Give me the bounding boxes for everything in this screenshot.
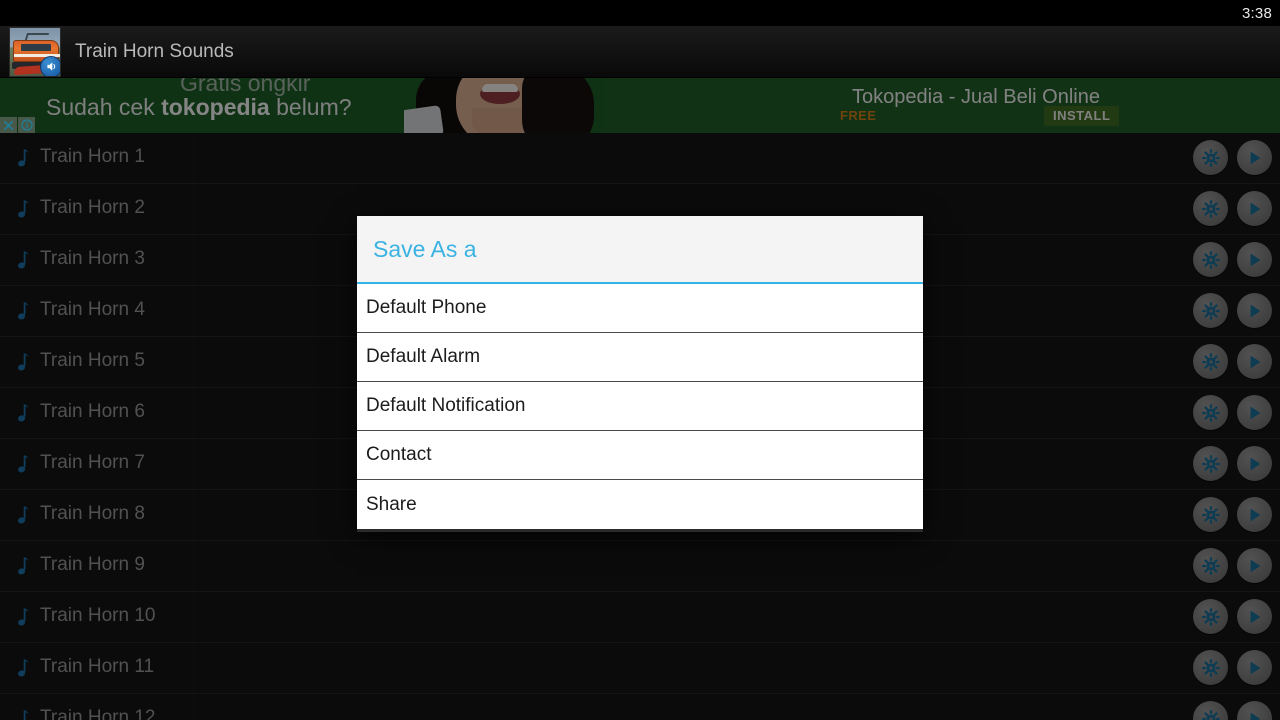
dialog-bottom-edge — [357, 529, 923, 532]
ad-headline-prefix: Sudah cek — [46, 94, 162, 120]
ad-photo-chin-shape — [472, 108, 528, 133]
ad-controls — [0, 117, 35, 133]
close-icon[interactable] — [0, 117, 17, 133]
dialog-option-label: Contact — [366, 444, 432, 465]
ad-headline-suffix: belum? — [269, 94, 352, 120]
dialog-option-label: Default Notification — [366, 395, 526, 416]
dialog-option-contact[interactable]: Contact — [357, 431, 923, 480]
dialog-title-bar: Save As a — [357, 216, 923, 284]
app-screen: 3:38 Train Horn Sounds Gratis ongkir Sud… — [0, 0, 1280, 720]
ad-app-name: Tokopedia - Jual Beli Online — [852, 86, 1100, 108]
ad-left-panel: Gratis ongkir Sudah cek tokopedia belum? — [0, 78, 604, 133]
action-bar: Train Horn Sounds — [0, 26, 1280, 78]
install-button[interactable]: INSTALL — [1044, 106, 1120, 126]
dialog-option-label: Default Alarm — [366, 346, 481, 367]
ad-price-label: FREE — [840, 108, 877, 123]
dialog-option-share[interactable]: Share — [357, 480, 923, 529]
ad-photo — [404, 78, 604, 133]
dialog-option-default-phone[interactable]: Default Phone — [357, 284, 923, 333]
train-locomotive-icon — [9, 26, 61, 77]
info-icon[interactable] — [18, 117, 35, 133]
ad-banner[interactable]: Gratis ongkir Sudah cek tokopedia belum? — [0, 78, 1280, 133]
ad-photo-hair-right-shape — [522, 78, 594, 133]
dialog-item-list[interactable]: Default Phone Default Alarm Default Notifi… — [357, 284, 923, 529]
ad-headline: Sudah cek tokopedia belum? — [46, 94, 352, 121]
locomotive-window-shape — [21, 43, 51, 51]
dialog-option-default-alarm[interactable]: Default Alarm — [357, 333, 923, 382]
ad-body: Tokopedia - Jual Beli Online FREE INSTAL… — [672, 78, 1280, 133]
dialog-option-default-notification[interactable]: Default Notification — [357, 382, 923, 431]
dialog-option-label: Share — [366, 493, 417, 515]
ad-photo-teeth-shape — [482, 84, 518, 92]
status-bar: 3:38 — [0, 0, 1280, 26]
dialog-title: Save As a — [373, 235, 477, 262]
dialog-option-label: Default Phone — [366, 297, 487, 318]
page-title: Train Horn Sounds — [75, 40, 234, 62]
ad-headline-brand: tokopedia — [161, 94, 270, 120]
pantograph-shape — [24, 32, 50, 40]
ad-photo-phone-shape — [404, 105, 444, 133]
status-clock: 3:38 — [1242, 4, 1272, 22]
save-as-dialog: Save As a Default Phone Default Alarm Defa… — [357, 216, 923, 532]
speaker-icon — [40, 55, 60, 76]
